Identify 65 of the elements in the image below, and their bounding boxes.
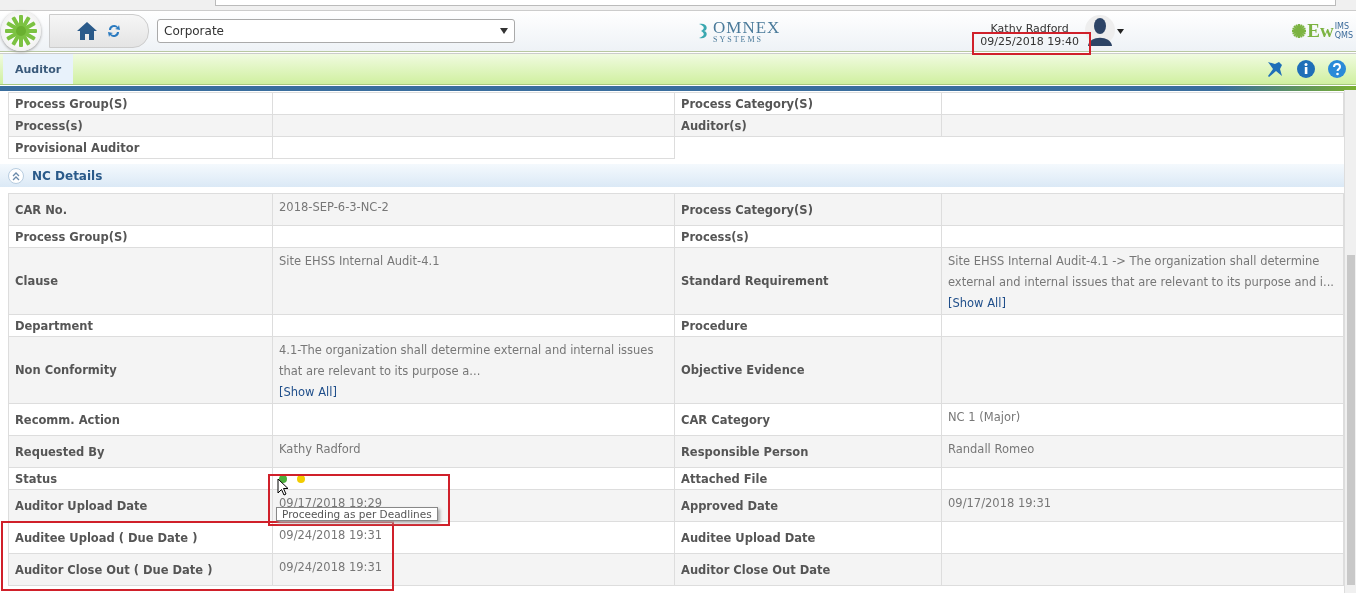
double-chevron-up-icon [11, 170, 21, 181]
field-label: Process Category(S) [674, 92, 942, 115]
field-label: Auditor Upload Date [8, 489, 273, 522]
dropdown-caret-icon [500, 28, 508, 34]
field-label: Standard Requirement [674, 247, 942, 315]
field-value: Site EHSS Internal Audit-4.1 -> The organization shall determine external and internal issues that are relevant to its purpose and i... [948, 254, 1334, 289]
field-value: 09/24/2018 19:31 [279, 528, 383, 542]
info-icon[interactable] [1297, 60, 1315, 78]
field-label: Process(s) [674, 225, 942, 248]
collapse-toggle[interactable] [8, 167, 24, 184]
refresh-icon[interactable] [106, 23, 122, 39]
field-label: Department [8, 314, 273, 337]
field-label: Clause [8, 247, 273, 315]
scrollbar[interactable] [1344, 90, 1356, 593]
field-value: Kathy Radford [279, 442, 361, 456]
field-value: 09/24/2018 19:31 [279, 560, 383, 574]
field-value: 4.1-The organization shall determine external and internal issues that are relevant to its purpose a... [279, 343, 654, 378]
field-label: Non Conformity [8, 336, 273, 404]
dropdown-caret-icon[interactable] [1116, 28, 1124, 34]
field-label: Requested By [8, 435, 273, 468]
field-label: Status [8, 467, 273, 490]
field-label: CAR No. [8, 193, 273, 226]
snowflake-icon [4, 14, 38, 48]
field-value: 2018-SEP-6-3-NC-2 [279, 200, 389, 214]
field-label: Auditor Close Out Date [674, 553, 942, 586]
scroll-thumb[interactable] [1347, 255, 1355, 585]
app-logo[interactable] [1, 11, 41, 51]
field-value: NC 1 (Major) [948, 410, 1021, 424]
field-label: Auditee Upload Date [674, 521, 942, 554]
field-label: Procedure [674, 314, 942, 337]
help-icon[interactable] [1328, 60, 1346, 78]
field-label: Auditor Close Out ( Due Date ) [8, 553, 273, 586]
company-select[interactable]: Corporate [157, 19, 515, 43]
user-name: Kathy Radford [990, 22, 1069, 35]
field-label: Process Category(S) [674, 193, 942, 226]
product-logo-name: Ew [1307, 20, 1334, 42]
show-all-link[interactable]: [Show All] [948, 293, 1006, 314]
field-label: Objective Evidence [674, 336, 942, 404]
logo-name: OMNEX [713, 18, 781, 36]
field-label: CAR Category [674, 403, 942, 436]
home-icon[interactable] [76, 21, 98, 41]
field-label: Process Group(S) [8, 92, 273, 115]
field-label: Provisional Auditor [8, 136, 273, 159]
field-value: 09/17/2018 19:31 [948, 496, 1052, 510]
section-title: NC Details [32, 168, 103, 183]
user-avatar-icon[interactable] [1084, 15, 1115, 47]
show-all-link[interactable]: [Show All] [279, 382, 337, 403]
field-value: Randall Romeo [948, 442, 1035, 456]
field-label: Process Group(S) [8, 225, 273, 248]
field-label: Attached File [674, 467, 942, 490]
product-logo-text: QMS [1334, 31, 1353, 40]
field-label: Responsible Person [674, 435, 942, 468]
field-label: Auditee Upload ( Due Date ) [8, 521, 273, 554]
asterisk-logo-icon [1292, 24, 1307, 38]
field-label: Approved Date [674, 489, 942, 522]
logo-tagline: SYSTEMS [713, 35, 764, 44]
product-logo-text: IMS [1334, 22, 1351, 31]
field-value: Site EHSS Internal Audit-4.1 [279, 254, 440, 268]
field-label: Auditor(s) [674, 114, 942, 137]
tab[interactable]: Auditor [3, 54, 74, 84]
field-label: Process(s) [8, 114, 273, 137]
header-datetime: 09/25/2018 19:40 [980, 35, 1079, 48]
pin-icon[interactable] [1266, 60, 1284, 78]
field-label: Recomm. Action [8, 403, 273, 436]
tooltip: Proceeding as per Deadlines [276, 506, 438, 521]
